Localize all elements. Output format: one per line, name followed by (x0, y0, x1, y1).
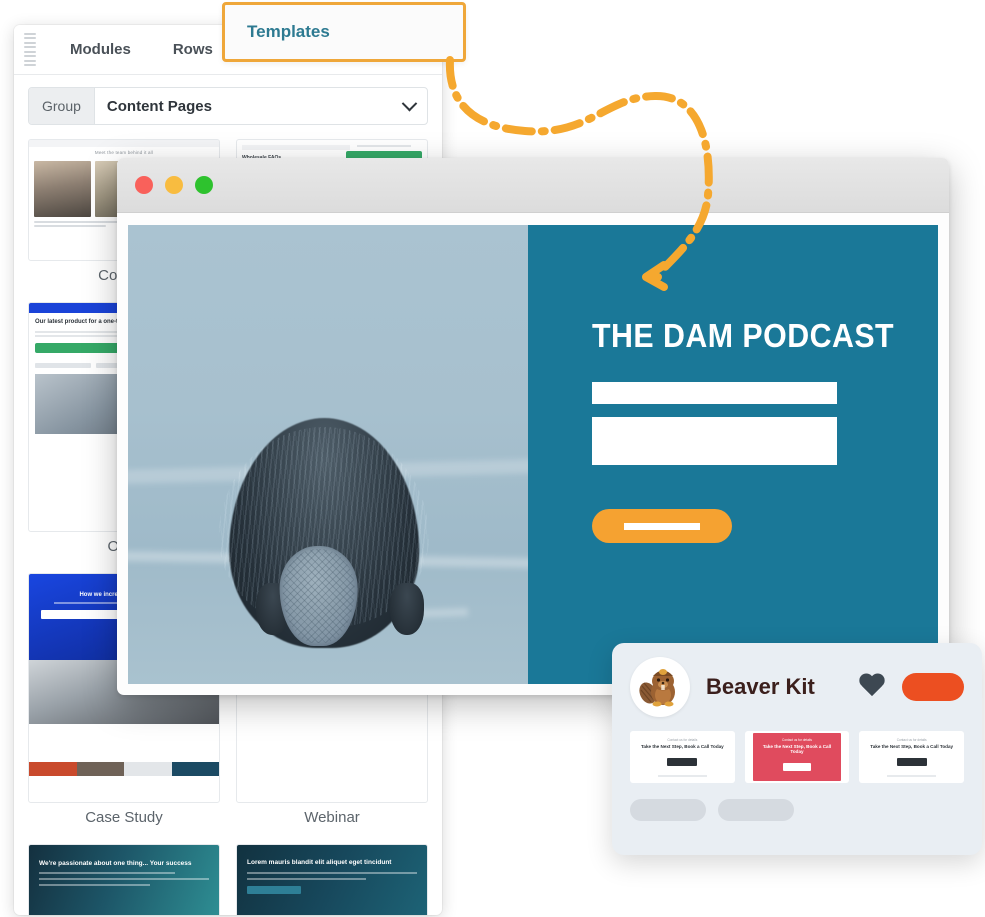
kit-thumbnail[interactable]: Contact us for details Take the Next Ste… (744, 731, 850, 783)
browser-window: THE DAM PODCAST (117, 158, 949, 695)
tab-modules[interactable]: Modules (54, 25, 147, 75)
thumb-heading: We're passionate about one thing... Your… (39, 860, 192, 867)
beaver-photo (128, 225, 528, 684)
kit-thumbnail[interactable]: Contact us for details Take the Next Ste… (630, 731, 735, 783)
template-thumbnail[interactable]: We're passionate about one thing... Your… (28, 844, 220, 915)
beaver-kit-card: Beaver Kit Contact us for details Take t… (612, 643, 982, 855)
subscribe-button[interactable] (592, 509, 732, 543)
kit-pill[interactable] (718, 799, 794, 821)
browser-title-bar (117, 158, 949, 213)
heart-icon[interactable] (858, 674, 886, 700)
kit-thumb-heading: Take the Next Step, Book a Call Today (870, 743, 954, 749)
template-cell-lorem[interactable]: Lorem mauris blandit elit aliquet eget t… (236, 844, 428, 915)
kit-thumb-pre: Contact us for details (782, 738, 812, 742)
group-select[interactable]: Content Pages (95, 88, 427, 124)
template-cell-team[interactable]: We're passionate about one thing... Your… (28, 844, 220, 915)
template-thumbnail[interactable]: Lorem mauris blandit elit aliquet eget t… (236, 844, 428, 915)
beaver-kit-footer-pills (630, 799, 964, 821)
beaver-kit-header: Beaver Kit (630, 657, 964, 717)
kit-thumb-heading: Take the Next Step, Book a Call Today (640, 743, 724, 749)
kit-thumb-pre: Contact us for details (896, 737, 927, 742)
page-title: THE DAM PODCAST (592, 317, 895, 354)
podcast-signup-panel: THE DAM PODCAST (528, 225, 938, 684)
browser-viewport: THE DAM PODCAST (128, 225, 938, 684)
thumb-photo (34, 161, 92, 217)
group-select-row[interactable]: Group Content Pages (28, 87, 428, 125)
template-caption: Webinar (304, 809, 360, 826)
drag-handle-icon[interactable] (24, 32, 36, 67)
tab-rows[interactable]: Rows (157, 25, 229, 75)
close-traffic-light[interactable] (135, 176, 153, 194)
beaver-logo-icon (630, 657, 690, 717)
screenshot-root: Modules Rows Group Content Pages Meet th… (0, 0, 985, 917)
chevron-down-icon[interactable] (401, 95, 418, 111)
kit-thumb-heading: Take the Next Step, Book a Call Today (762, 744, 832, 754)
maximize-traffic-light[interactable] (195, 176, 213, 194)
kit-thumb-pre: Contact us for details (667, 737, 698, 742)
beaver-kit-thumbnails: Contact us for details Take the Next Ste… (630, 731, 965, 783)
kit-thumb-button (783, 763, 811, 771)
install-button[interactable] (902, 673, 964, 701)
tab-templates-label: Templates (247, 22, 330, 41)
minimize-traffic-light[interactable] (165, 176, 183, 194)
kit-thumb-button (896, 757, 927, 766)
kit-thumbnail[interactable]: Contact us for details Take the Next Ste… (859, 731, 965, 783)
thumb-heading: Meet the team behind it all (94, 150, 154, 155)
beaver-kit-title: Beaver Kit (706, 674, 815, 699)
tab-templates-callout[interactable]: Templates (222, 2, 466, 62)
signup-field-name[interactable] (592, 382, 837, 404)
group-select-value: Content Pages (106, 97, 212, 115)
thumb-heading: Lorem mauris blandit elit aliquet eget t… (247, 859, 392, 866)
kit-pill[interactable] (630, 799, 706, 821)
template-caption: Case Study (85, 809, 163, 826)
kit-thumb-button (667, 757, 698, 766)
group-label: Group (29, 88, 95, 124)
beaver-kit-actions (858, 673, 964, 701)
signup-field-message[interactable] (592, 417, 837, 465)
